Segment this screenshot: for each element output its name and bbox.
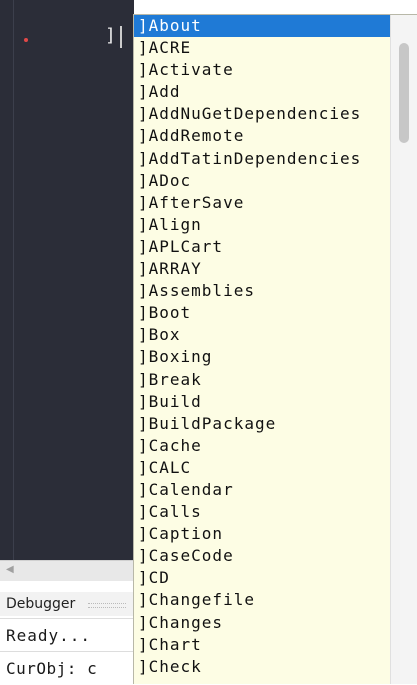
horizontal-scrollbar[interactable]: ◀ bbox=[0, 560, 134, 581]
autocomplete-item[interactable]: ]AfterSave bbox=[134, 192, 390, 214]
autocomplete-item[interactable]: ]AddTatinDependencies bbox=[134, 148, 390, 170]
typed-command-text: ] bbox=[105, 25, 116, 46]
autocomplete-item[interactable]: ]Check bbox=[134, 656, 390, 678]
editor-gutter bbox=[13, 0, 14, 560]
autocomplete-item[interactable]: ]Cache bbox=[134, 435, 390, 457]
current-object-row: CurObj: c bbox=[0, 651, 134, 685]
pane-grip-icon[interactable] bbox=[88, 603, 126, 608]
autocomplete-list: ]About]ACRE]Activate]Add]AddNuGetDepende… bbox=[134, 15, 390, 678]
autocomplete-item[interactable]: ]CALC bbox=[134, 457, 390, 479]
autocomplete-item[interactable]: ]Calls bbox=[134, 501, 390, 523]
autocomplete-item[interactable]: ]ACRE bbox=[134, 37, 390, 59]
debugger-label: Debugger bbox=[6, 596, 76, 612]
autocomplete-item[interactable]: ]Assemblies bbox=[134, 280, 390, 302]
autocomplete-item[interactable]: ]AddRemote bbox=[134, 125, 390, 147]
autocomplete-item[interactable]: ]Boxing bbox=[134, 346, 390, 368]
autocomplete-item[interactable]: ]BuildPackage bbox=[134, 413, 390, 435]
session-editor[interactable]: ] bbox=[0, 0, 134, 560]
autocomplete-item[interactable]: ]Calendar bbox=[134, 479, 390, 501]
current-object-text: CurObj: c bbox=[6, 659, 98, 678]
autocomplete-item[interactable]: ]Activate bbox=[134, 59, 390, 81]
debugger-pane-header[interactable]: Debugger bbox=[0, 592, 134, 616]
autocomplete-item[interactable]: ]Changes bbox=[134, 612, 390, 634]
breakpoint-dot[interactable] bbox=[24, 38, 28, 42]
autocomplete-item[interactable]: ]About bbox=[134, 15, 390, 38]
scrollbar-thumb[interactable] bbox=[399, 43, 409, 143]
autocomplete-item[interactable]: ]Add bbox=[134, 81, 390, 103]
text-caret bbox=[120, 26, 122, 48]
autocomplete-item[interactable]: ]Boot bbox=[134, 302, 390, 324]
autocomplete-item[interactable]: ]Box bbox=[134, 324, 390, 346]
autocomplete-item[interactable]: ]Build bbox=[134, 391, 390, 413]
autocomplete-item[interactable]: ]Changefile bbox=[134, 589, 390, 611]
autocomplete-item[interactable]: ]Break bbox=[134, 369, 390, 391]
autocomplete-item[interactable]: ]CaseCode bbox=[134, 545, 390, 567]
autocomplete-dropdown[interactable]: ]About]ACRE]Activate]Add]AddNuGetDepende… bbox=[133, 14, 417, 684]
autocomplete-item[interactable]: ]ARRAY bbox=[134, 258, 390, 280]
autocomplete-item[interactable]: ]AddNuGetDependencies bbox=[134, 103, 390, 125]
status-row: Ready... bbox=[0, 618, 134, 651]
autocomplete-item[interactable]: ]Align bbox=[134, 214, 390, 236]
autocomplete-item[interactable]: ]ADoc bbox=[134, 170, 390, 192]
vertical-scrollbar[interactable] bbox=[390, 15, 417, 684]
scroll-left-arrow-icon[interactable]: ◀ bbox=[6, 564, 14, 575]
status-text: Ready... bbox=[6, 626, 92, 645]
autocomplete-item[interactable]: ]Caption bbox=[134, 523, 390, 545]
autocomplete-item[interactable]: ]APLCart bbox=[134, 236, 390, 258]
autocomplete-item[interactable]: ]Chart bbox=[134, 634, 390, 656]
autocomplete-item[interactable]: ]CD bbox=[134, 567, 390, 589]
